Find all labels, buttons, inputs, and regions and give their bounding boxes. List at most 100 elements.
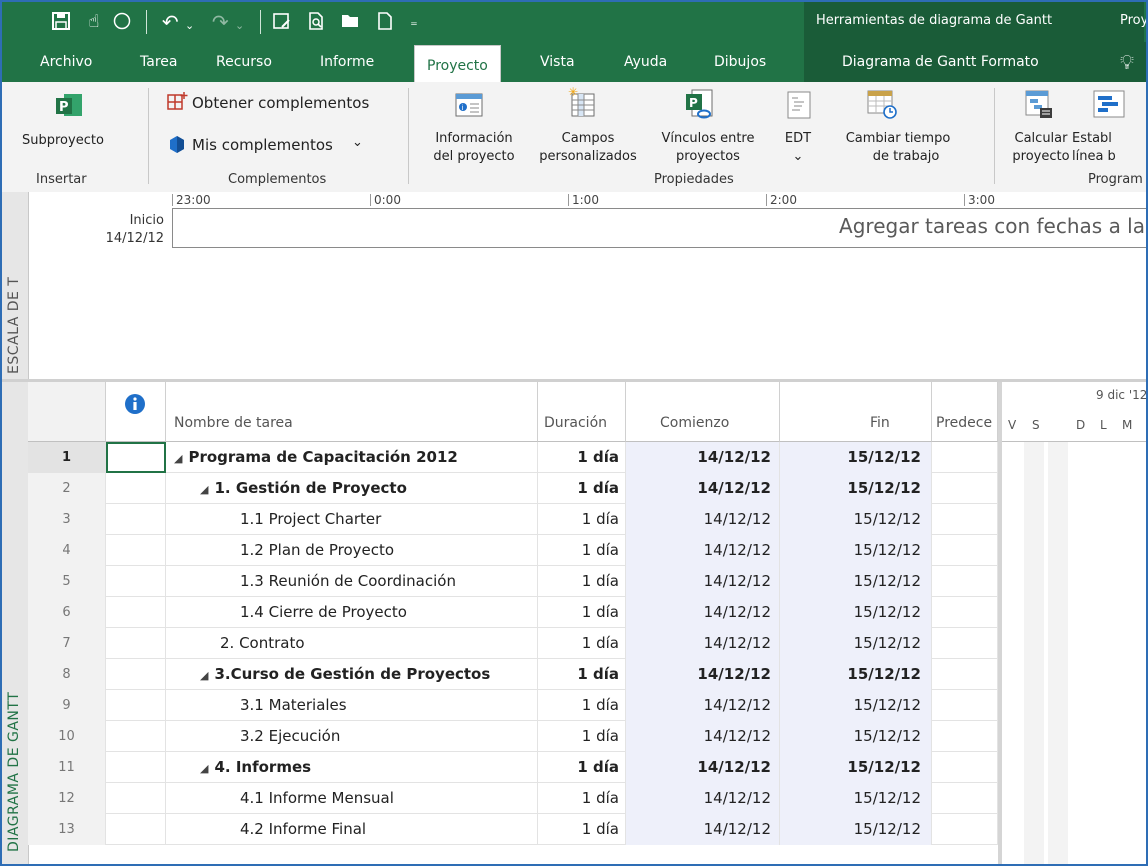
table-row[interactable]: 4 1.2 Plan de Proyecto 1 día 14/12/12 15/12/…: [28, 535, 998, 566]
table-row[interactable]: 10 3.2 Ejecución 1 día 14/12/12 15/12/12: [28, 721, 998, 752]
start-cell[interactable]: 14/12/12: [626, 597, 780, 628]
tab-tarea[interactable]: Tarea: [140, 54, 177, 70]
row-id[interactable]: 4: [28, 535, 106, 566]
end-cell[interactable]: 15/12/12: [780, 752, 932, 783]
subproyecto-button[interactable]: Subproyecto: [22, 132, 104, 150]
lightbulb-icon[interactable]: 💡︎: [1120, 50, 1134, 74]
start-cell[interactable]: 14/12/12: [626, 473, 780, 504]
save-icon[interactable]: [50, 11, 72, 33]
task-name-cell[interactable]: 4.2 Informe Final: [166, 814, 538, 845]
duration-cell[interactable]: 1 día: [538, 814, 626, 845]
indicator-cell[interactable]: [106, 597, 166, 628]
end-cell[interactable]: 15/12/12: [780, 597, 932, 628]
indicator-cell[interactable]: [106, 783, 166, 814]
predecessors-cell[interactable]: [932, 659, 998, 690]
duration-cell[interactable]: 1 día: [538, 690, 626, 721]
table-row[interactable]: 9 3.1 Materiales 1 día 14/12/12 15/12/12: [28, 690, 998, 721]
column-header-end[interactable]: Fin: [780, 382, 932, 442]
predecessors-cell[interactable]: [932, 597, 998, 628]
new-file-icon[interactable]: [374, 11, 396, 33]
duration-cell[interactable]: 1 día: [538, 535, 626, 566]
start-cell[interactable]: 14/12/12: [626, 535, 780, 566]
task-name-cell[interactable]: 1.2 Plan de Proyecto: [166, 535, 538, 566]
end-cell[interactable]: 15/12/12: [780, 783, 932, 814]
end-cell[interactable]: 15/12/12: [780, 442, 932, 473]
row-id[interactable]: 6: [28, 597, 106, 628]
indicator-cell[interactable]: [106, 752, 166, 783]
edt-button[interactable]: EDT ⌄: [778, 130, 818, 166]
duration-cell[interactable]: 1 día: [538, 504, 626, 535]
indicator-cell[interactable]: [106, 659, 166, 690]
task-name-cell[interactable]: 1.4 Cierre de Proyecto: [166, 597, 538, 628]
start-cell[interactable]: 14/12/12: [626, 504, 780, 535]
tab-recurso[interactable]: Recurso: [216, 54, 272, 70]
chevron-down-icon[interactable]: ⌄: [352, 134, 363, 152]
table-row[interactable]: 12 4.1 Informe Mensual 1 día 14/12/12 15/12/…: [28, 783, 998, 814]
end-cell[interactable]: 15/12/12: [780, 535, 932, 566]
end-cell[interactable]: 15/12/12: [780, 659, 932, 690]
tab-vista[interactable]: Vista: [540, 54, 575, 70]
campos-personalizados-button[interactable]: Campos personalizados: [526, 130, 650, 166]
customize-icon[interactable]: ₌: [406, 11, 422, 33]
task-name-cell[interactable]: 3.1 Materiales: [166, 690, 538, 721]
table-row[interactable]: 8 ◢ 3.Curso de Gestión de Proyectos 1 día 14…: [28, 659, 998, 690]
start-cell[interactable]: 14/12/12: [626, 814, 780, 845]
duration-cell[interactable]: 1 día: [538, 628, 626, 659]
task-name-cell[interactable]: ◢ 4. Informes: [166, 752, 538, 783]
row-id[interactable]: 9: [28, 690, 106, 721]
indicator-cell[interactable]: [106, 504, 166, 535]
duration-cell[interactable]: 1 día: [538, 566, 626, 597]
task-name-cell[interactable]: 1.1 Project Charter: [166, 504, 538, 535]
row-id[interactable]: 12: [28, 783, 106, 814]
start-cell[interactable]: 14/12/12: [626, 442, 780, 473]
redo-icon[interactable]: ↷ ⌄: [208, 11, 248, 33]
duration-cell[interactable]: 1 día: [538, 473, 626, 504]
task-name-cell[interactable]: 2. Contrato: [166, 628, 538, 659]
end-cell[interactable]: 15/12/12: [780, 628, 932, 659]
table-row[interactable]: 1 ◢ Programa de Capacitación 2012 1 día 14/1…: [28, 442, 998, 473]
start-cell[interactable]: 14/12/12: [626, 566, 780, 597]
indicator-cell[interactable]: [106, 690, 166, 721]
task-name-cell[interactable]: ◢ Programa de Capacitación 2012: [166, 442, 538, 473]
tab-archivo[interactable]: Archivo: [40, 54, 92, 70]
row-id[interactable]: 7: [28, 628, 106, 659]
start-cell[interactable]: 14/12/12: [626, 783, 780, 814]
table-row[interactable]: 2 ◢ 1. Gestión de Proyecto 1 día 14/12/12 15/…: [28, 473, 998, 504]
start-cell[interactable]: 14/12/12: [626, 752, 780, 783]
touch-mode-icon[interactable]: ☝: [82, 11, 106, 33]
table-row[interactable]: 7 2. Contrato 1 día 14/12/12 15/12/12: [28, 628, 998, 659]
predecessors-cell[interactable]: [932, 628, 998, 659]
row-id[interactable]: 3: [28, 504, 106, 535]
row-id[interactable]: 13: [28, 814, 106, 845]
collapse-triangle-icon[interactable]: ◢: [200, 483, 208, 496]
start-cell[interactable]: 14/12/12: [626, 659, 780, 690]
end-cell[interactable]: 15/12/12: [780, 814, 932, 845]
collapse-triangle-icon[interactable]: ◢: [174, 452, 182, 465]
task-name-cell[interactable]: ◢ 3.Curso de Gestión de Proyectos: [166, 659, 538, 690]
establecer-linea-base-button[interactable]: Establ línea b: [1072, 130, 1146, 166]
informacion-proyecto-button[interactable]: Información del proyecto: [422, 130, 526, 166]
end-cell[interactable]: 15/12/12: [780, 721, 932, 752]
table-row[interactable]: 13 4.2 Informe Final 1 día 14/12/12 15/12/12: [28, 814, 998, 845]
task-name-cell[interactable]: 1.3 Reunión de Coordinación: [166, 566, 538, 597]
gantt-view-icon[interactable]: [270, 11, 294, 33]
end-cell[interactable]: 15/12/12: [780, 473, 932, 504]
indicator-cell[interactable]: [106, 814, 166, 845]
predecessors-cell[interactable]: [932, 752, 998, 783]
duration-cell[interactable]: 1 día: [538, 442, 626, 473]
tab-proyecto[interactable]: Proyecto: [414, 45, 501, 82]
task-name-cell[interactable]: 4.1 Informe Mensual: [166, 783, 538, 814]
open-folder-icon[interactable]: [338, 11, 364, 33]
obtener-complementos-button[interactable]: Obtener complementos: [192, 94, 369, 112]
tab-dibujos[interactable]: Dibujos: [714, 54, 766, 70]
table-row[interactable]: 6 1.4 Cierre de Proyecto 1 día 14/12/12 15/1…: [28, 597, 998, 628]
collapse-triangle-icon[interactable]: ◢: [200, 762, 208, 775]
tab-informe[interactable]: Informe: [320, 54, 374, 70]
row-id[interactable]: 8: [28, 659, 106, 690]
calcular-proyecto-button[interactable]: Calcular proyecto: [1010, 130, 1072, 166]
start-cell[interactable]: 14/12/12: [626, 690, 780, 721]
predecessors-cell[interactable]: [932, 783, 998, 814]
mis-complementos-button[interactable]: Mis complementos: [192, 136, 333, 154]
predecessors-cell[interactable]: [932, 721, 998, 752]
column-header-name[interactable]: Nombre de tarea: [166, 382, 538, 442]
